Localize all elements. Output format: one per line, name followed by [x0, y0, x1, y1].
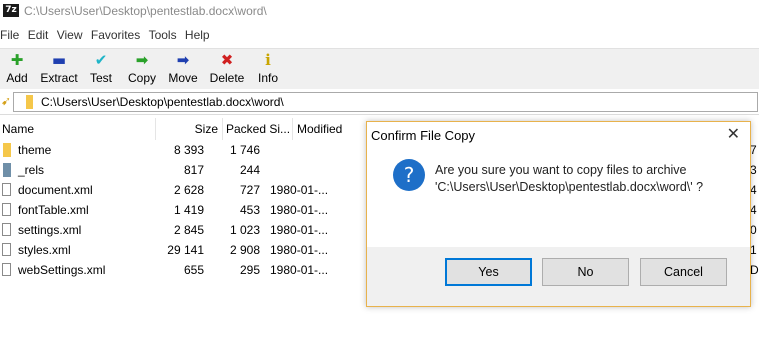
- menu-tools[interactable]: Tools: [149, 28, 177, 42]
- clipped-column-text: 4: [750, 203, 757, 217]
- file-packed-size: 295: [239, 263, 260, 277]
- file-icon: [2, 243, 11, 256]
- file-name: styles.xml: [18, 243, 71, 257]
- file-modified: 1980-01-...: [270, 203, 329, 217]
- copy-button[interactable]: ➡ Copy: [126, 51, 158, 85]
- file-modified: 1980-01-...: [270, 263, 329, 277]
- column-divider: [292, 118, 293, 140]
- close-icon[interactable]: ✕: [727, 124, 740, 143]
- confirm-copy-dialog: Confirm File Copy ✕ ? Are you sure you w…: [366, 121, 751, 307]
- column-divider: [222, 118, 223, 140]
- test-button[interactable]: ✔ Test: [88, 51, 114, 85]
- file-icon: [2, 223, 11, 236]
- file-name: fontTable.xml: [18, 203, 89, 217]
- menu-bar: File Edit View Favorites Tools Help: [0, 28, 215, 46]
- menu-edit[interactable]: Edit: [28, 28, 49, 42]
- address-bar: ➹ C:\Users\User\Desktop\pentestlab.docx\…: [0, 90, 759, 115]
- delete-button[interactable]: ✖ Delete: [208, 51, 246, 85]
- file-size: 8 393: [173, 143, 204, 157]
- yes-button[interactable]: Yes: [445, 258, 532, 286]
- file-modified: 1980-01-...: [270, 243, 329, 257]
- file-size: 29 141: [167, 243, 204, 257]
- file-modified: 1980-01-...: [270, 223, 329, 237]
- info-icon: i: [265, 51, 271, 69]
- question-icon: ?: [393, 159, 425, 191]
- menu-view[interactable]: View: [57, 28, 83, 42]
- title-bar: 7z C:\Users\User\Desktop\pentestlab.docx…: [0, 0, 759, 22]
- cancel-button[interactable]: Cancel: [640, 258, 727, 286]
- file-name: theme: [18, 143, 52, 157]
- menu-favorites[interactable]: Favorites: [91, 28, 140, 42]
- file-name: _rels: [18, 163, 45, 177]
- folder-icon: [3, 143, 11, 157]
- file-name: document.xml: [18, 183, 93, 197]
- file-size: 2 845: [173, 223, 204, 237]
- dialog-message-line: Are you sure you want to copy files to a…: [435, 163, 687, 177]
- menu-help[interactable]: Help: [185, 28, 210, 42]
- address-input[interactable]: C:\Users\User\Desktop\pentestlab.docx\wo…: [13, 92, 758, 112]
- file-packed-size: 727: [239, 183, 260, 197]
- up-folder-icon[interactable]: ➹: [1, 94, 11, 108]
- file-packed-size: 244: [239, 163, 260, 177]
- file-modified: 1980-01-...: [270, 183, 329, 197]
- column-divider: [155, 118, 156, 140]
- dialog-title: Confirm File Copy: [371, 128, 476, 143]
- column-modified[interactable]: Modified: [297, 122, 342, 136]
- add-icon: ✚: [10, 51, 24, 69]
- clipped-column-text: 0: [750, 223, 757, 237]
- file-icon: [2, 263, 11, 276]
- file-packed-size: 1 746: [229, 143, 260, 157]
- file-packed-size: 453: [239, 203, 260, 217]
- clipped-column-text: 1: [750, 243, 757, 257]
- column-packed-size[interactable]: Packed Si...: [226, 122, 290, 136]
- extract-icon: ▬: [51, 51, 67, 69]
- file-size: 2 628: [173, 183, 204, 197]
- column-size[interactable]: Size: [160, 122, 218, 136]
- no-button[interactable]: No: [542, 258, 629, 286]
- copy-icon: ➡: [135, 51, 149, 69]
- column-name[interactable]: Name: [2, 122, 34, 136]
- file-size: 655: [183, 263, 204, 277]
- clipped-column-text: 7: [750, 143, 757, 157]
- file-icon: [2, 183, 11, 196]
- file-icon: [2, 203, 11, 216]
- test-icon: ✔: [94, 51, 108, 69]
- file-size: 817: [183, 163, 204, 177]
- move-icon: ➡: [176, 51, 190, 69]
- clipped-column-text: 3: [750, 163, 757, 177]
- window-title: C:\Users\User\Desktop\pentestlab.docx\wo…: [24, 4, 267, 18]
- info-button[interactable]: i Info: [255, 51, 281, 85]
- clipped-column-text: D: [750, 263, 759, 277]
- file-name: webSettings.xml: [18, 263, 106, 277]
- dialog-message: Are you sure you want to copy files to a…: [435, 162, 703, 196]
- dialog-message-line: 'C:\Users\User\Desktop\pentestlab.docx\w…: [435, 180, 704, 194]
- file-name: settings.xml: [18, 223, 82, 237]
- file-packed-size: 1 023: [229, 223, 260, 237]
- address-path: C:\Users\User\Desktop\pentestlab.docx\wo…: [41, 95, 284, 109]
- folder-icon: [3, 163, 11, 177]
- move-button[interactable]: ➡ Move: [166, 51, 200, 85]
- file-size: 1 419: [173, 203, 204, 217]
- add-button[interactable]: ✚ Add: [4, 51, 30, 85]
- extract-button[interactable]: ▬ Extract: [38, 51, 80, 85]
- dialog-button-bar: Yes No Cancel: [367, 247, 750, 306]
- toolbar: ✚ Add ▬ Extract ✔ Test ➡ Copy ➡ Move ✖ D…: [0, 48, 759, 89]
- folder-icon: [26, 95, 33, 109]
- delete-icon: ✖: [220, 51, 234, 69]
- menu-file[interactable]: File: [0, 28, 19, 42]
- clipped-column-text: 4: [750, 183, 757, 197]
- file-packed-size: 2 908: [229, 243, 260, 257]
- app-7zip-icon: 7z: [3, 4, 19, 17]
